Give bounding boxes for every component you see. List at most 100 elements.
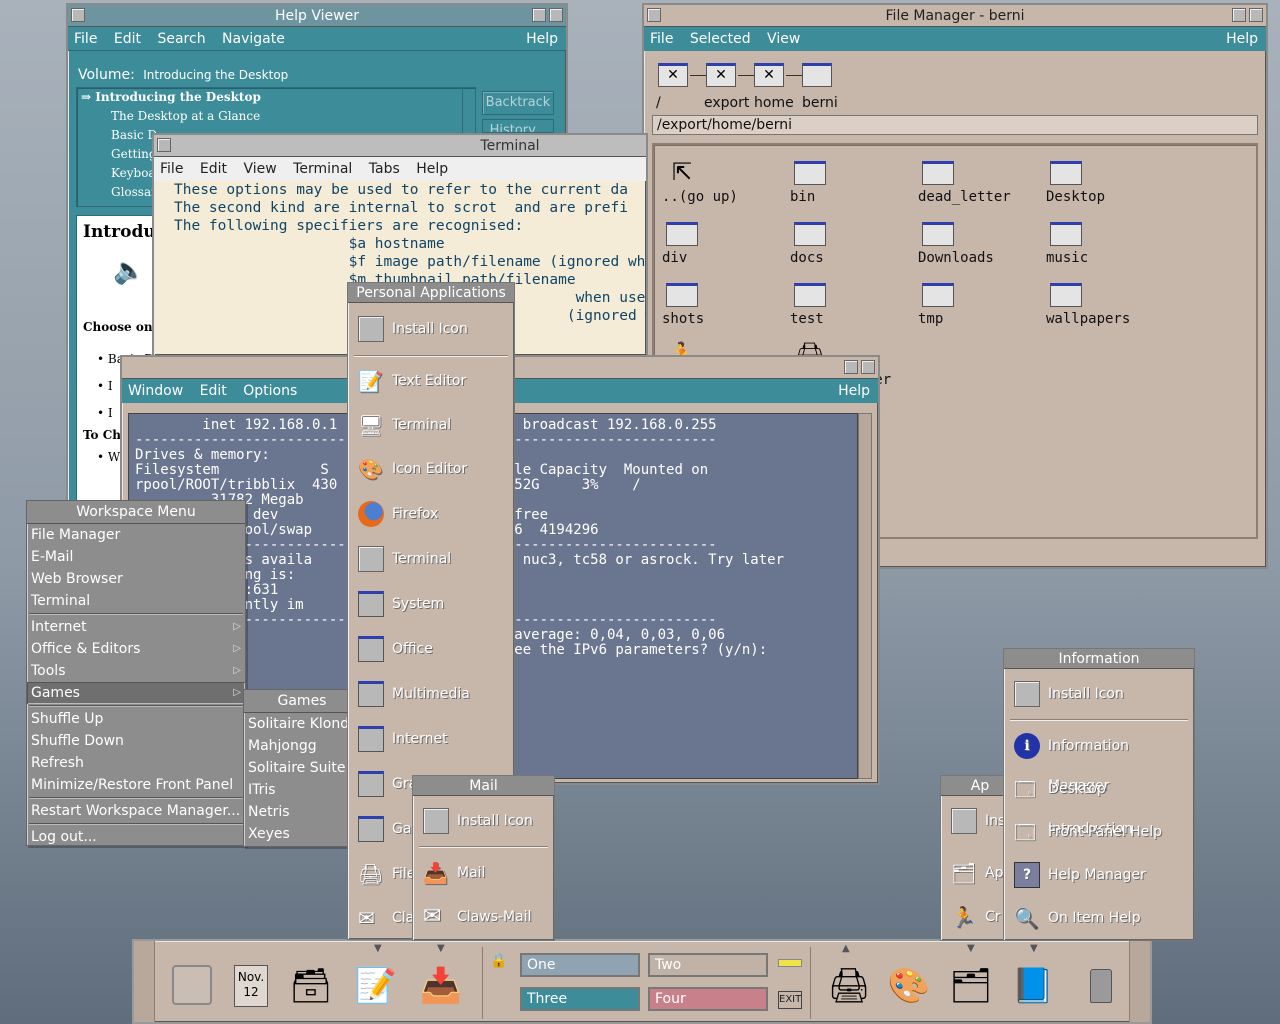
topic-item[interactable]: The Desktop at a Glance (77, 107, 475, 126)
calendar-icon[interactable]: Nov. 12 (224, 959, 278, 1013)
path-folder-icon[interactable] (802, 63, 832, 87)
mail-item[interactable]: 📥 Mail (413, 853, 554, 893)
file-item[interactable]: test (786, 279, 914, 337)
information-panel-title[interactable]: Information (1004, 649, 1194, 669)
menu-help[interactable]: Help (1226, 27, 1258, 51)
information-manager-item[interactable]: i Information Manager (1004, 726, 1194, 794)
file-item[interactable]: Desktop (1042, 157, 1170, 215)
menu-item-terminal[interactable]: Terminal (27, 590, 245, 612)
install-icon-item[interactable]: Install Icon (1004, 674, 1194, 714)
minimize-button[interactable] (532, 8, 546, 22)
window-menu-button[interactable] (157, 138, 171, 152)
menu-item-game[interactable]: Mahjongg (244, 735, 360, 757)
exit-button[interactable]: EXIT (778, 991, 802, 1009)
trash-icon[interactable] (1074, 959, 1128, 1013)
subpanel-arrow-icon[interactable]: ▼ (967, 943, 975, 954)
text-editor-item[interactable]: 📝 Text Editor (348, 361, 514, 401)
menu-file[interactable]: File (650, 31, 673, 47)
maximize-button[interactable] (861, 360, 875, 374)
workspace-two[interactable]: Two (648, 953, 768, 977)
front-panel-help-item[interactable]: 🗔 Front Panel Help (1004, 812, 1194, 852)
menu-edit[interactable]: Edit (114, 31, 141, 47)
file-item[interactable]: music (1042, 218, 1170, 276)
menu-options[interactable]: Options (243, 383, 297, 399)
personal-applications-title[interactable]: Personal Applications (348, 283, 514, 303)
multimedia-item[interactable]: Multimedia (348, 674, 514, 714)
subpanel-arrow-icon[interactable]: ▼ (374, 943, 382, 954)
menu-item-logout[interactable]: Log out... (27, 826, 245, 848)
help-viewer-titlebar[interactable]: Help Viewer (68, 5, 566, 27)
system-item[interactable]: System (348, 584, 514, 624)
menu-item-minimize-front-panel[interactable]: Minimize/Restore Front Panel (27, 774, 245, 796)
menu-selected[interactable]: Selected (690, 31, 751, 47)
panel-handle-left[interactable] (134, 941, 155, 1022)
menu-edit[interactable]: Edit (200, 161, 227, 177)
internet-item[interactable]: Internet (348, 719, 514, 759)
menu-terminal[interactable]: Terminal (293, 161, 352, 177)
menu-edit[interactable]: Edit (200, 383, 227, 399)
dtterm-scrollbar[interactable] (858, 413, 872, 779)
window-menu-button[interactable] (647, 8, 661, 22)
workspace-four[interactable]: Four (648, 987, 768, 1011)
menu-tabs[interactable]: Tabs (369, 161, 400, 177)
subpanel-arrow-icon[interactable]: ▲ (842, 943, 850, 954)
file-item[interactable]: Downloads (914, 218, 1042, 276)
menu-item-game[interactable]: Netris (244, 801, 360, 823)
path-field[interactable]: /export/home/berni (652, 115, 1258, 135)
menu-help[interactable]: Help (838, 379, 870, 403)
menu-item-web-browser[interactable]: Web Browser (27, 568, 245, 590)
on-item-help-item[interactable]: 🔍 On Item Help (1004, 898, 1194, 938)
menu-item-file-manager[interactable]: File Manager (27, 524, 245, 546)
mail-icon[interactable]: 📥 (414, 959, 468, 1013)
file-item[interactable]: shots (658, 279, 786, 337)
panel-handle-right[interactable] (1129, 941, 1150, 1022)
menu-item-game[interactable]: Solitaire Klondike (244, 713, 369, 735)
mail-panel-title[interactable]: Mail (413, 776, 554, 796)
path-folder-icon[interactable]: ✕ (754, 63, 784, 87)
backtrack-button[interactable]: Backtrack (482, 91, 554, 115)
menu-item-game[interactable]: ITris (244, 779, 360, 801)
lock-icon[interactable]: 🔒 (490, 953, 507, 969)
workspace-three[interactable]: Three (520, 987, 640, 1011)
file-item[interactable]: dead_letter (914, 157, 1042, 215)
file-item[interactable]: bin (786, 157, 914, 215)
file-item[interactable]: wallpapers (1042, 279, 1170, 337)
menu-help[interactable]: Help (416, 161, 448, 177)
help-book-icon[interactable]: 📘 (1006, 959, 1060, 1013)
help-link[interactable]: I (108, 406, 113, 420)
file-item[interactable]: tmp (914, 279, 1042, 337)
history-button[interactable]: History... (482, 119, 554, 133)
firefox-item[interactable]: Firefox (348, 494, 514, 534)
icon-editor-item[interactable]: 🎨 Icon Editor (348, 449, 514, 489)
menu-view[interactable]: View (767, 31, 800, 47)
minimize-button[interactable] (1232, 8, 1246, 22)
menu-item-shuffle-down[interactable]: Shuffle Down (27, 730, 245, 752)
claws-mail-item[interactable]: ✉ Claws-Mail (413, 897, 554, 937)
menu-item-games[interactable]: Games ▷ (27, 682, 245, 704)
menu-item-game[interactable]: Xeyes (244, 823, 360, 845)
terminal-2-item[interactable]: Terminal (348, 539, 514, 579)
menu-view[interactable]: View (243, 161, 276, 177)
text-editor-icon[interactable]: 📝 (349, 959, 403, 1013)
application-manager-icon[interactable]: 🗂 (944, 959, 998, 1013)
menu-item-refresh[interactable]: Refresh (27, 752, 245, 774)
menu-item-office-editors[interactable]: Office & Editors ▷ (27, 638, 245, 660)
menu-item-shuffle-up[interactable]: Shuffle Up (27, 708, 245, 730)
office-item[interactable]: Office (348, 629, 514, 669)
desktop-introduction-item[interactable]: 🗔 Desktop Introduction (1004, 769, 1194, 837)
file-item[interactable]: docs (786, 218, 914, 276)
path-folder-icon[interactable]: ✕ (706, 63, 736, 87)
style-manager-icon[interactable]: 🎨 (882, 959, 936, 1013)
file-manager-icon[interactable]: 🗃 (284, 959, 338, 1013)
menu-file[interactable]: File (160, 161, 183, 177)
workspace-one[interactable]: One (520, 953, 640, 977)
menu-item-internet[interactable]: Internet ▷ (27, 616, 245, 638)
file-manager-titlebar[interactable]: File Manager - berni (644, 5, 1266, 27)
menu-item-tools[interactable]: Tools ▷ (27, 660, 245, 682)
minimize-button[interactable] (844, 360, 858, 374)
subpanel-arrow-icon[interactable]: ▼ (1030, 943, 1038, 954)
install-icon-item[interactable]: Install Icon (413, 801, 554, 841)
menu-help[interactable]: Help (526, 27, 558, 51)
terminal-item[interactable]: 🖥 Terminal (348, 405, 514, 445)
help-manager-item[interactable]: ? Help Manager (1004, 855, 1194, 895)
